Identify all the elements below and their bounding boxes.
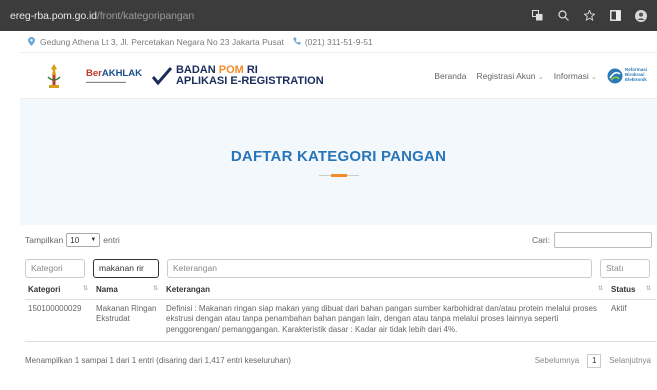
cell-nama: Makanan Ringan Ekstrudat [93,299,163,342]
location-pin-icon [28,36,37,47]
kategori-filter-input[interactable]: Kategori [25,258,85,278]
address-bar[interactable]: ereg-rba.pom.go.id/front/kategoripangan [10,10,194,22]
address-text: Gedung Athena Lt 3, Jl. Percetakan Negar… [40,36,284,47]
browser-toolbar: ereg-rba.pom.go.id/front/kategoripangan [0,0,657,31]
cell-kategori: 150100000029 [25,299,93,342]
berakhlak-logo: BerAKHLAK ▬▬▬▬▬▬▬▬▬▬ [86,68,142,84]
main-nav: Beranda Registrasi Akun ⌄ Informasi ⌄ Re… [434,67,657,84]
berakhlak-text: BerAKHLAK [86,67,142,79]
sort-icon: ⇅ [597,286,603,293]
keterangan-filter-placeholder: Keterangan [173,263,217,273]
star-icon[interactable] [583,10,595,22]
search-input[interactable] [554,232,652,248]
rb-emblem-icon [607,68,623,83]
table-footer: Menampilkan 1 sampai 1 dari 1 entri (dis… [20,353,657,368]
table-controls: Tampilkan 10 ▼ entri Cari: [20,225,657,255]
berakhlak-tagline-art: ▬▬▬▬▬▬▬▬▬▬ [86,78,126,84]
bpom-title-text: BADAN POM RI [175,63,258,76]
col-kategori-label: Kategori [28,285,61,295]
cell-status: Aktif [608,299,656,342]
page-size-select[interactable]: 10 ▼ [66,233,101,247]
zoom-icon[interactable] [557,10,569,22]
cell-keterangan: Definisi : Makanan ringan siap makan yan… [163,299,608,342]
col-header-nama[interactable]: Nama ⇅ [93,281,163,300]
title-divider [318,174,359,177]
phone-text: (021) 311-51-9-51 [304,36,373,47]
pagination: Sebelumnya 1 Selanjutnya [535,353,657,368]
chevron-down-icon: ⌄ [537,73,544,81]
url-path: /front/kategoripangan [96,9,195,22]
bpom-title: BADAN POM RI [175,63,324,76]
translate-icon[interactable] [531,10,543,22]
search-group: Cari: [532,232,657,248]
bpom-logo[interactable]: BADAN POM RI APLIKASI E-REGISTRATION [151,63,324,87]
kategori-table: Kategori ⇅ Nama ⇅ Keterangan ⇅ Status ⇅ 1501… [25,281,656,342]
nav-registrasi-label: Registrasi Akun [476,70,536,81]
chevron-down-icon: ⌄ [591,73,597,81]
sort-icon: ⇅ [645,286,651,293]
url-host: ereg-rba.pom.go.id [10,9,97,22]
column-filters: Kategori makanan rir Keterangan Statı [20,255,657,281]
status-filter-input[interactable]: Statı [600,258,650,278]
col-header-keterangan[interactable]: Keterangan ⇅ [163,281,608,300]
nama-filter-value: makanan rir [99,263,144,273]
col-nama-label: Nama [96,285,118,295]
contact-bar: Gedung Athena Lt 3, Jl. Percetakan Negar… [20,31,657,53]
nav-beranda[interactable]: Beranda [434,71,466,81]
table-info: Menampilkan 1 sampai 1 dari 1 entri (dis… [25,356,291,366]
col-keterangan-label: Keterangan [166,285,211,295]
nav-informasi[interactable]: Informasi ⌄ [554,71,597,81]
sort-icon: ⇅ [152,286,158,293]
next-page-button[interactable]: Selanjutnya [609,356,651,365]
profile-icon[interactable] [635,9,647,22]
rb-line-3: Elektronik [624,76,647,82]
show-label: Tampilkan [25,235,64,245]
chevron-down-icon: ▼ [90,237,97,243]
page-title: DAFTAR KATEGORI PANGAN [230,148,447,165]
entries-label: entri [103,235,120,245]
status-filter-placeholder: Statı [606,263,624,273]
sidepanel-icon[interactable] [609,10,621,22]
nav-informasi-label: Informasi [553,70,589,81]
search-label: Cari: [532,235,550,245]
page-hero: DAFTAR KATEGORI PANGAN [20,99,657,225]
site-header: BerAKHLAK ▬▬▬▬▬▬▬▬▬▬ BADAN POM RI APLIKA… [20,53,657,99]
keterangan-filter-input[interactable]: Keterangan [167,258,592,278]
web-page: Gedung Athena Lt 3, Jl. Percetakan Negar… [20,31,657,390]
col-header-kategori[interactable]: Kategori ⇅ [25,281,93,300]
table-row[interactable]: 150100000029 Makanan Ringan Ekstrudat De… [25,299,656,342]
table-header-row: Kategori ⇅ Nama ⇅ Keterangan ⇅ Status ⇅ [25,281,656,300]
reformasi-birokrasi-logo: Reformasi Birokrasi Elektronik [607,67,647,84]
page-size-value: 10 [70,235,80,245]
bpom-subtitle: APLIKASI E-REGISTRATION [175,74,324,87]
col-header-status[interactable]: Status ⇅ [608,281,656,300]
checkmark-logo-icon [151,66,172,85]
nav-registrasi-akun[interactable]: Registrasi Akun ⌄ [476,71,543,81]
bpom-emblem-logo [47,63,61,88]
phone-icon [293,37,302,47]
nama-filter-input[interactable]: makanan rir [93,258,159,278]
col-status-label: Status [611,285,636,295]
kategori-filter-placeholder: Kategori [31,263,63,273]
prev-page-button[interactable]: Sebelumnya [535,356,579,365]
sort-icon: ⇅ [82,286,88,293]
page-number-button[interactable]: 1 [587,353,602,368]
